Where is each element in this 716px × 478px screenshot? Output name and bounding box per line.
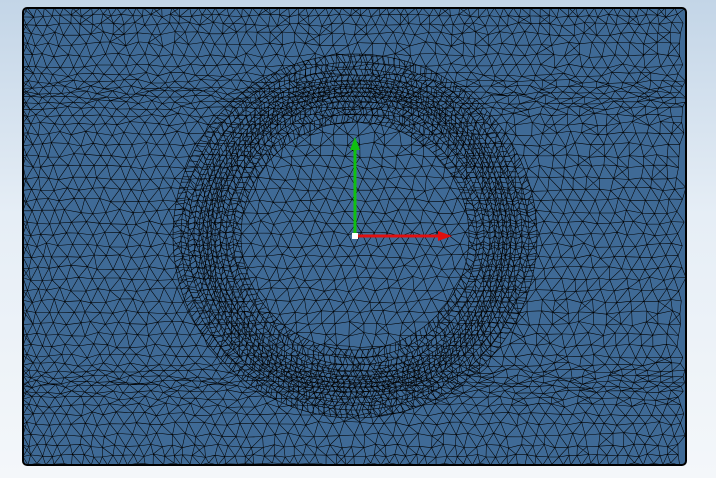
- origin-marker: [352, 233, 358, 239]
- graphics-viewport[interactable]: [0, 0, 716, 478]
- mesh-view[interactable]: [0, 0, 716, 478]
